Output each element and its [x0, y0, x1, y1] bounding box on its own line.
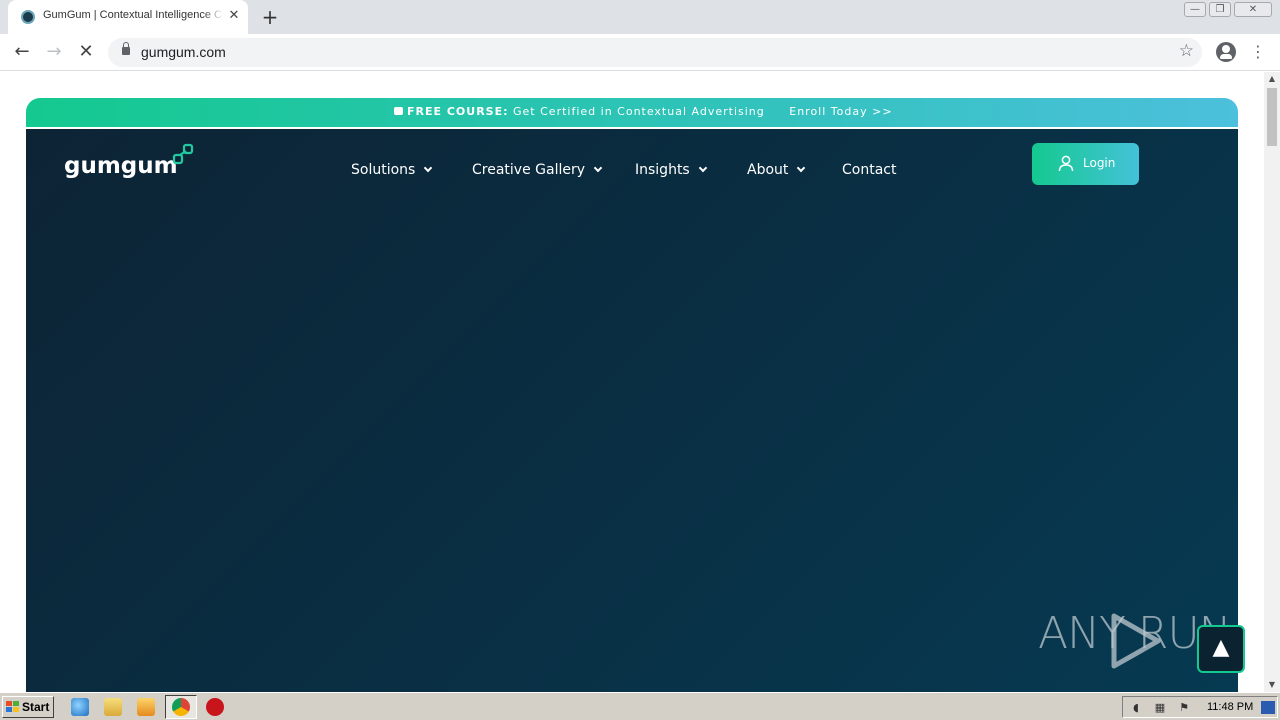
- close-window-button[interactable]: ✕: [1234, 2, 1272, 17]
- nav-creative-gallery[interactable]: Creative Gallery: [472, 162, 603, 178]
- nav-about[interactable]: About: [747, 162, 806, 178]
- start-label: Start: [22, 700, 50, 714]
- user-icon: [1058, 155, 1074, 172]
- chevron-down-icon: [424, 163, 433, 173]
- login-button[interactable]: Login: [1032, 143, 1139, 185]
- restore-button[interactable]: ❐: [1209, 2, 1231, 17]
- nav-insights[interactable]: Insights: [635, 162, 707, 178]
- file-explorer-icon[interactable]: [104, 698, 122, 716]
- browser-toolbar: ← → ✕ gumgum.com ☆: [0, 34, 1280, 71]
- promo-label: FREE COURSE:: [407, 105, 509, 118]
- login-label: Login: [1083, 156, 1116, 170]
- nav-insights-label: Insights: [635, 162, 690, 178]
- nav-solutions-label: Solutions: [351, 162, 416, 178]
- bookmark-star-icon[interactable]: ☆: [1179, 41, 1194, 61]
- network-icon[interactable]: ▦: [1153, 701, 1167, 714]
- internet-explorer-icon[interactable]: [71, 698, 89, 716]
- windows-logo-icon: [6, 701, 19, 712]
- nav-solutions[interactable]: Solutions: [351, 162, 433, 178]
- scroll-down-arrow-icon[interactable]: ▼: [1264, 678, 1280, 692]
- promo-content: FREE COURSE: Get Certified in Contextual…: [394, 105, 893, 118]
- play-icon: [1111, 613, 1161, 669]
- scroll-thumb[interactable]: [1267, 88, 1277, 146]
- start-button[interactable]: Start: [2, 696, 54, 718]
- back-to-top-button[interactable]: ▲: [1197, 625, 1245, 673]
- chrome-taskbar-button[interactable]: [165, 695, 197, 719]
- nav-contact[interactable]: Contact: [842, 162, 896, 178]
- url-text[interactable]: gumgum.com: [141, 44, 226, 60]
- arrow-up-icon: ▲: [1212, 635, 1230, 660]
- flag-icon[interactable]: ⚑: [1177, 701, 1191, 714]
- back-arrow-icon[interactable]: ←: [10, 40, 34, 64]
- chevron-down-icon: [593, 163, 603, 173]
- scroll-up-arrow-icon[interactable]: ▲: [1264, 72, 1280, 86]
- profile-avatar-icon[interactable]: [1216, 42, 1236, 62]
- gumgum-logo-mark-icon: [172, 143, 194, 165]
- nav-creative-gallery-label: Creative Gallery: [472, 162, 586, 178]
- media-player-icon[interactable]: [137, 698, 155, 716]
- page-scrollbar[interactable]: ▲ ▼: [1264, 72, 1280, 692]
- opera-icon[interactable]: [206, 698, 224, 716]
- clock[interactable]: 11:48 PM: [1207, 701, 1253, 713]
- page-viewport: FREE COURSE: Get Certified in Contextual…: [0, 72, 1264, 692]
- promo-banner[interactable]: FREE COURSE: Get Certified in Contextual…: [26, 98, 1238, 127]
- volume-icon[interactable]: ◖: [1129, 701, 1143, 714]
- minimize-button[interactable]: —: [1184, 2, 1206, 17]
- system-tray: ◖ ▦ ⚑ 11:48 PM: [1122, 696, 1278, 718]
- chat-bubble-icon: [394, 107, 403, 115]
- address-bar[interactable]: gumgum.com ☆: [108, 38, 1202, 67]
- show-desktop-icon[interactable]: [1261, 701, 1275, 714]
- chevron-down-icon: [797, 163, 806, 173]
- new-tab-button[interactable]: +: [258, 5, 282, 29]
- forward-arrow-icon[interactable]: →: [42, 40, 66, 64]
- gumgum-favicon-icon: [21, 10, 35, 24]
- windows-taskbar: Start ◖ ▦ ⚑ 11:48 PM: [0, 692, 1280, 720]
- browser-menu-icon[interactable]: ⋮: [1250, 42, 1266, 62]
- stop-loading-icon[interactable]: ✕: [74, 40, 98, 64]
- browser-tab[interactable]: GumGum | Contextual Intelligence C ✕: [8, 0, 248, 34]
- tab-title: GumGum | Contextual Intelligence C: [43, 9, 223, 21]
- lock-icon[interactable]: [122, 42, 130, 55]
- promo-text: Get Certified in Contextual Advertising: [513, 105, 765, 118]
- nav-about-label: About: [747, 162, 789, 178]
- close-tab-icon[interactable]: ✕: [226, 7, 242, 25]
- nav-contact-label: Contact: [842, 162, 897, 178]
- chrome-icon: [172, 698, 190, 716]
- browser-tab-strip: GumGum | Contextual Intelligence C ✕ + —…: [0, 0, 1280, 34]
- chevron-down-icon: [698, 163, 707, 173]
- enroll-link[interactable]: Enroll Today >>: [789, 105, 892, 118]
- gumgum-logo[interactable]: gumgum: [64, 153, 178, 179]
